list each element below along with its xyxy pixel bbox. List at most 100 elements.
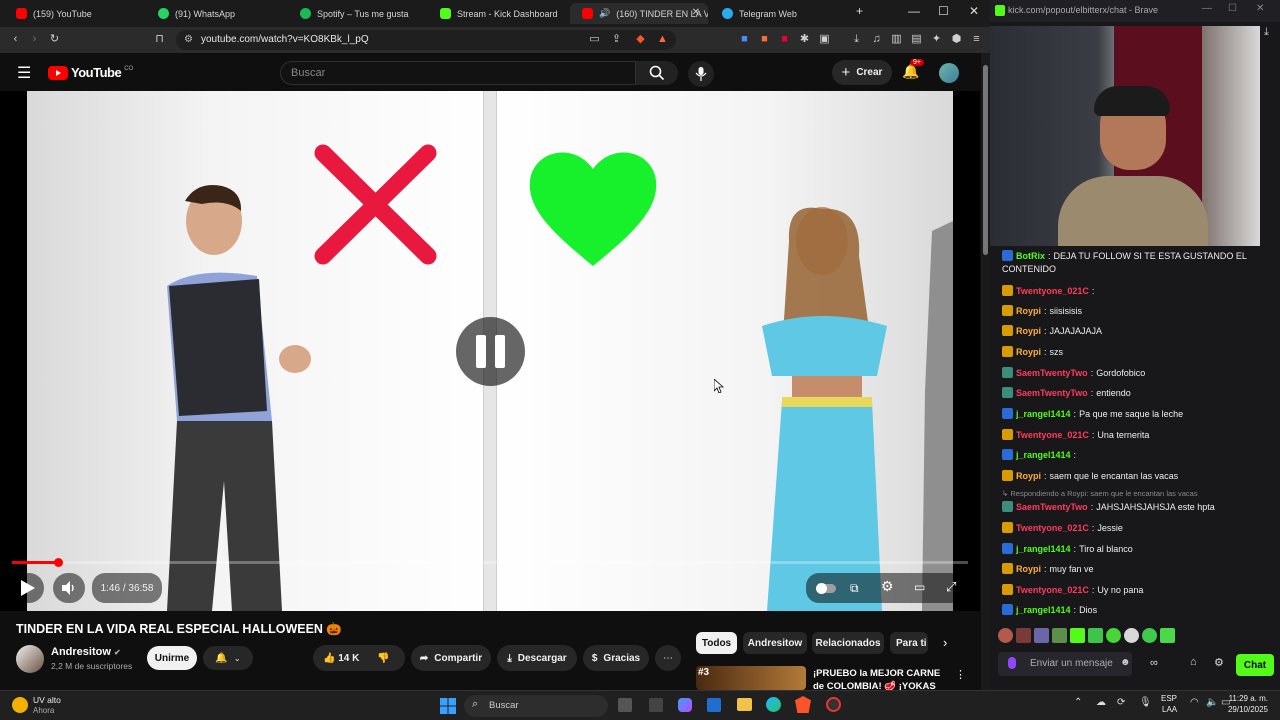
leo-ai-icon[interactable]: ✦ — [930, 33, 943, 46]
extensions-puzzle-icon[interactable]: ✱ — [798, 33, 811, 46]
emote-icon[interactable] — [1034, 628, 1049, 643]
store-icon[interactable] — [707, 698, 721, 712]
clock-time[interactable]: 11:29 a. m. — [1226, 694, 1268, 703]
maximize-icon[interactable]: ☐ — [938, 4, 949, 18]
chip-channel[interactable]: Andresitow — [743, 632, 807, 654]
chip-for-you[interactable]: Para ti — [890, 632, 928, 654]
chat-username[interactable]: j_rangel1414 — [1016, 544, 1071, 554]
tab-tinder-video[interactable]: 🔊 (160) TINDER EN LA VI ✕ — [570, 3, 708, 24]
progress-scrubber[interactable] — [53, 558, 63, 567]
volume-icon[interactable]: 🔈 — [1206, 697, 1218, 708]
close-tab-icon[interactable]: ✕ — [692, 7, 700, 18]
screenshot-icon[interactable]: ▣ — [818, 33, 831, 46]
brave-icon[interactable] — [795, 696, 811, 713]
emoji-icon[interactable]: ☻ — [1120, 657, 1131, 668]
chat-username[interactable]: SaemTwentyTwo — [1016, 388, 1088, 398]
chat-username[interactable]: SaemTwentyTwo — [1016, 368, 1088, 378]
widgets-icon[interactable] — [649, 698, 663, 712]
progress-bar[interactable] — [12, 561, 968, 564]
vpn-icon[interactable]: ⬢ — [950, 33, 963, 46]
chat-username[interactable]: Roypi — [1016, 306, 1041, 316]
translate-extension-icon[interactable]: ■ — [738, 33, 751, 46]
more-vert-icon[interactable]: ⋮ — [955, 668, 966, 681]
download-button[interactable]: ⤓ Descargar — [497, 645, 577, 671]
play-button[interactable] — [10, 573, 44, 603]
thanks-button[interactable]: $ Gracias — [583, 645, 649, 671]
youtube-logo[interactable]: YouTube CO — [48, 65, 133, 80]
new-tab-icon[interactable]: + — [856, 4, 863, 18]
settings-link-icon[interactable]: ∞ — [1150, 657, 1158, 669]
emote-icon[interactable] — [1088, 628, 1103, 643]
chat-send-button[interactable]: Chat — [1236, 654, 1274, 676]
notification-bell-button[interactable]: 🔔 ⌄ — [203, 646, 253, 670]
maximize-icon[interactable]: ☐ — [1228, 3, 1237, 14]
chat-username[interactable]: j_rangel1414 — [1016, 605, 1071, 615]
close-window-icon[interactable]: ✕ — [969, 4, 979, 18]
bookmark-icon[interactable]: ⊓ — [153, 33, 166, 46]
download-icon[interactable]: ⤓ — [1264, 26, 1269, 39]
like-button[interactable]: 👍 14 K — [323, 653, 359, 664]
channel-avatar[interactable] — [16, 645, 44, 673]
extension-icon[interactable]: ■ — [758, 33, 771, 46]
emote-icon[interactable] — [1070, 628, 1085, 643]
search-button[interactable] — [636, 61, 678, 85]
chat-input[interactable]: Enviar un mensaje ☻ — [998, 652, 1132, 676]
taskbar-search[interactable]: ⌕ Buscar — [464, 695, 608, 717]
chat-username[interactable]: Roypi — [1016, 347, 1041, 357]
emote-icon[interactable] — [1160, 628, 1175, 643]
chat-username[interactable]: Twentyone_021C — [1016, 523, 1089, 533]
brave-rewards-icon[interactable]: ▲ — [656, 33, 669, 46]
emote-icon[interactable] — [998, 628, 1013, 643]
scrollbar-thumb[interactable] — [983, 65, 988, 255]
chevron-right-icon[interactable]: › — [943, 635, 947, 650]
hamburger-menu-icon[interactable]: ☰ — [17, 63, 31, 83]
volume-button[interactable] — [53, 573, 85, 603]
search-input[interactable]: Buscar — [280, 61, 636, 85]
onedrive-icon[interactable]: ☁ — [1096, 697, 1106, 708]
theater-mode-icon[interactable]: ▭ — [914, 580, 925, 594]
share-button[interactable]: ➦ Compartir — [411, 645, 491, 671]
chat-username[interactable]: Roypi — [1016, 471, 1041, 481]
download-icon[interactable]: ⤓ — [850, 33, 863, 46]
chat-settings-icon[interactable]: ⚙ — [1214, 656, 1224, 669]
more-actions-button[interactable]: ⋯ — [655, 645, 681, 671]
cast-icon[interactable]: ▭ — [588, 33, 601, 46]
menu-icon[interactable]: ≡ — [970, 33, 983, 46]
weather-icon[interactable] — [12, 697, 28, 713]
subtitles-icon[interactable]: ⧉ — [850, 581, 859, 596]
keyboard-layout[interactable]: LAA — [1162, 705, 1177, 714]
chat-username[interactable]: j_rangel1414 — [1016, 409, 1071, 419]
store-icon[interactable]: ⌂ — [1190, 656, 1197, 668]
join-button[interactable]: Unirme — [147, 646, 197, 670]
network-icon[interactable]: ⟳ — [1117, 697, 1125, 708]
voice-search-button[interactable] — [688, 61, 714, 87]
forward-icon[interactable]: › — [28, 33, 41, 46]
obs-icon[interactable] — [826, 697, 841, 712]
wifi-icon[interactable]: ◠ — [1190, 697, 1199, 708]
tab-whatsapp[interactable]: (91) WhatsApp — [146, 3, 284, 24]
emote-icon[interactable] — [1124, 628, 1139, 643]
chat-username[interactable]: Twentyone_021C — [1016, 585, 1089, 595]
chip-related[interactable]: Relacionados — [812, 632, 884, 654]
chat-username[interactable]: Twentyone_021C — [1016, 430, 1089, 440]
chip-all[interactable]: Todos — [696, 632, 737, 654]
tab-telegram[interactable]: Telegram Web — [710, 3, 848, 24]
dislike-button[interactable]: 👎 — [377, 653, 389, 664]
pause-overlay-button[interactable] — [456, 317, 525, 386]
minimize-icon[interactable]: — — [1202, 3, 1212, 14]
extension-icon[interactable]: ■ — [778, 33, 791, 46]
reload-icon[interactable]: ↻ — [48, 33, 61, 46]
language-code[interactable]: ESP — [1161, 694, 1177, 703]
video-player[interactable]: 1:46 / 36:58 ⧉ ⚙ ▭ ⤢ — [0, 91, 980, 611]
autoplay-toggle[interactable] — [816, 583, 836, 594]
brave-shield-icon[interactable]: ◆ — [634, 33, 647, 46]
settings-gear-icon[interactable]: ⚙ — [881, 578, 894, 595]
notifications-button[interactable]: 🔔 9+ — [902, 59, 924, 81]
tab-kick-dashboard[interactable]: Stream - Kick Dashboard — [428, 3, 566, 24]
edge-icon[interactable] — [766, 697, 781, 712]
sidebar-icon[interactable]: ▥ — [890, 33, 903, 46]
close-window-icon[interactable]: ✕ — [1256, 3, 1264, 14]
chat-username[interactable]: Twentyone_021C — [1016, 286, 1089, 296]
minimize-icon[interactable]: — — [908, 4, 920, 18]
create-button[interactable]: + Crear — [832, 60, 892, 85]
